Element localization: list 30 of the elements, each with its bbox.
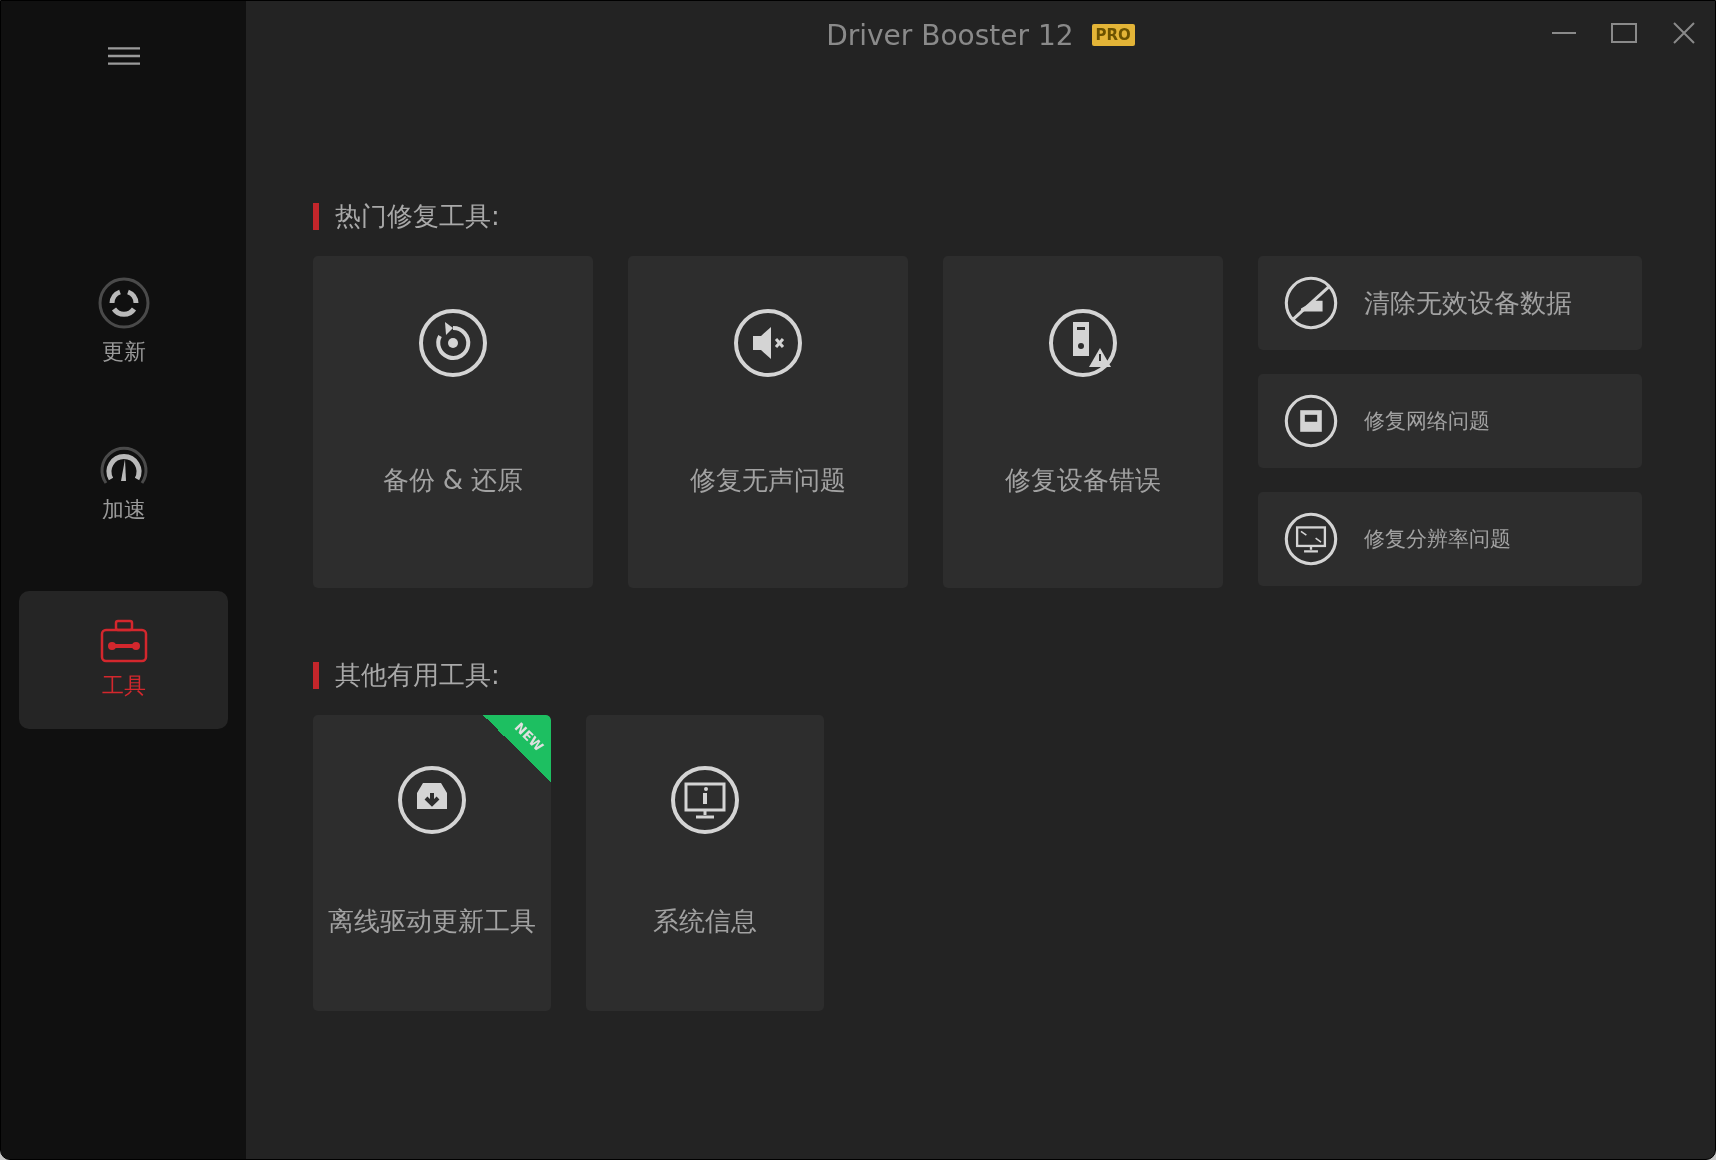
refresh-icon bbox=[97, 277, 150, 329]
device-warning-icon bbox=[1048, 308, 1118, 378]
tool-tile[interactable]: 修复设备错误 bbox=[943, 256, 1223, 588]
section-title: 其他有用工具: bbox=[335, 659, 500, 692]
restore-icon bbox=[418, 308, 488, 378]
system-info-icon bbox=[670, 765, 740, 835]
section-title: 热门修复工具: bbox=[335, 200, 500, 233]
section-marker bbox=[313, 662, 319, 689]
tool-row-button[interactable]: 清除无效设备数据 bbox=[1258, 256, 1642, 350]
tool-row-button[interactable]: 修复分辨率问题 bbox=[1258, 492, 1642, 586]
window-title: Driver Booster 12 bbox=[826, 18, 1075, 52]
monitor-icon bbox=[1284, 512, 1338, 566]
sidebar-item[interactable]: 工具 bbox=[19, 591, 228, 729]
tool-row-button[interactable]: 修复网络问题 bbox=[1258, 374, 1642, 468]
mute-icon bbox=[733, 308, 803, 378]
section-marker bbox=[313, 203, 319, 230]
pro-badge: PRO bbox=[1091, 24, 1135, 46]
minimize-icon bbox=[1552, 32, 1576, 34]
menu-icon bbox=[107, 44, 140, 68]
close-icon bbox=[1673, 22, 1695, 44]
sidebar-item[interactable]: 更新 bbox=[19, 253, 228, 391]
tool-tile[interactable]: 系统信息 bbox=[586, 715, 824, 1011]
tool-tile[interactable]: 备份 & 还原 bbox=[313, 256, 593, 588]
no-device-icon bbox=[1284, 276, 1338, 330]
tool-tile[interactable]: 修复无声问题 bbox=[628, 256, 908, 588]
maximize-icon bbox=[1611, 23, 1637, 43]
download-box-icon bbox=[397, 765, 467, 835]
network-port-icon bbox=[1284, 394, 1338, 448]
sidebar-item[interactable]: 加速 bbox=[19, 415, 228, 553]
toolbox-icon bbox=[99, 619, 148, 663]
